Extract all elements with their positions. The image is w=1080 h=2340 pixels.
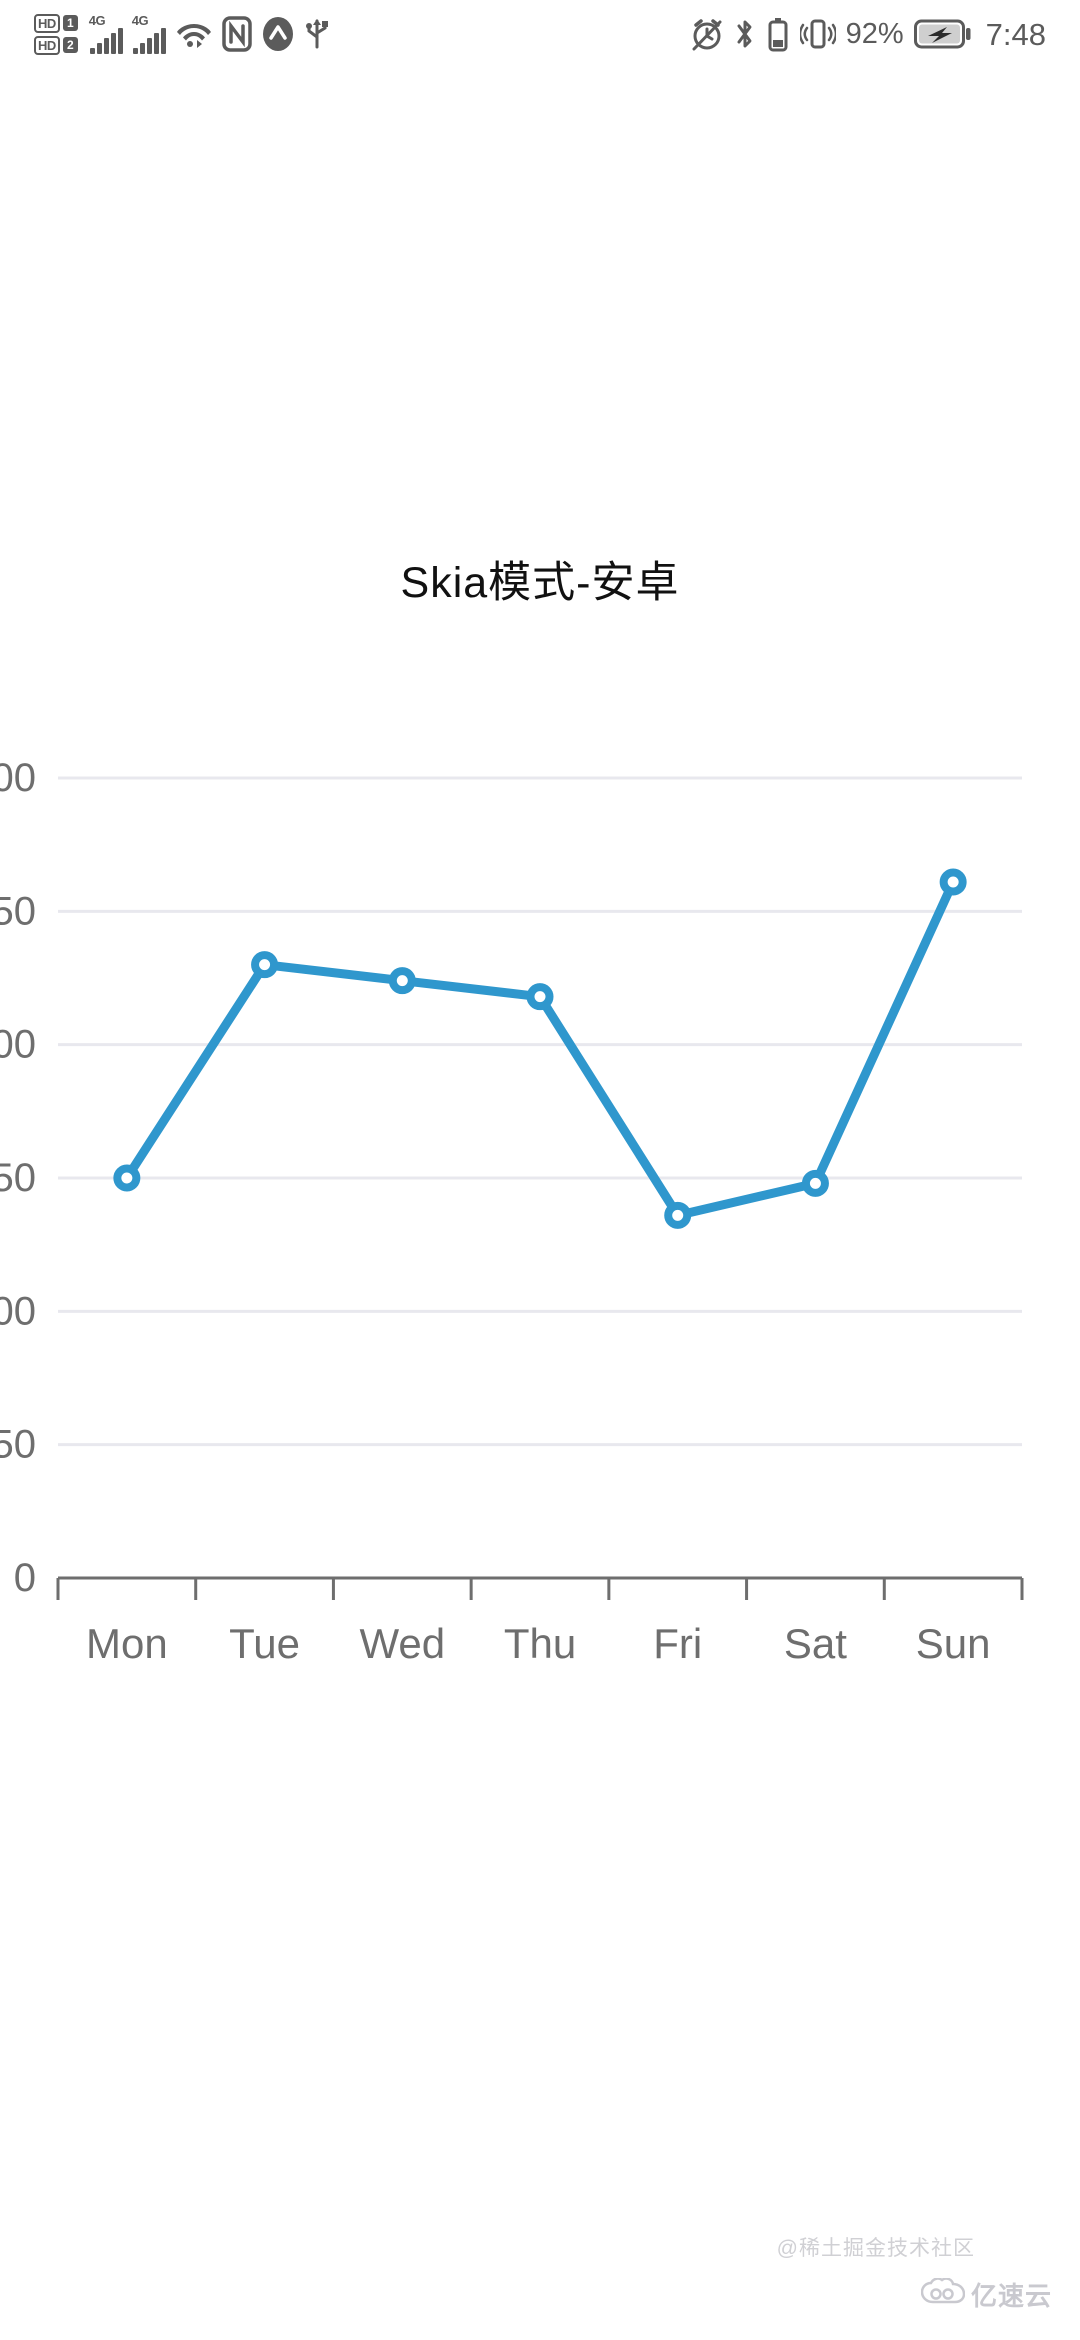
status-bar-right: 92% 7:48 [690,16,1046,52]
data-point-marker[interactable] [388,967,416,995]
vpn-icon [261,16,295,52]
x-axis-tick-label: Sun [916,1620,991,1667]
alarm-muted-icon [690,17,724,51]
network-type-sim1: 4G [88,13,106,28]
status-bar-clock: 7:48 [985,16,1046,52]
x-axis-tick-label: Sat [784,1620,847,1667]
signal-bars-sim2 [132,28,166,54]
hd-voice-sim2-icon: HD [34,35,60,55]
status-bar-left: HD 1 HD 2 4G 4G [34,13,330,55]
brand-watermark-label: 亿速云 [970,2281,1052,2311]
x-axis-tick-label: Thu [504,1620,576,1667]
nfc-icon [222,16,252,52]
line-chart[interactable]: 0 50 100 150 200 250 300 Mon Tue Wed Thu Fri Sat Sun [0,68,1080,1668]
wifi-icon [175,18,213,50]
y-axis-tick-label: 150 [0,1156,36,1200]
status-bar: HD 1 HD 2 4G 4G 92% 7:48 [0,0,1080,68]
sim2-number: 2 [62,37,78,53]
data-point-marker[interactable] [939,868,967,896]
y-axis-tick-label: 300 [0,756,36,800]
y-axis-tick-label: 50 [0,1423,36,1467]
usb-icon [304,17,330,51]
data-point-marker[interactable] [526,983,554,1011]
x-axis-tick-label: Wed [359,1620,445,1667]
x-axis-tick-label: Mon [86,1620,168,1667]
cloud-logo-icon [920,2277,966,2311]
phone-screen: HD 1 HD 2 4G 4G 92% 7:48 Skia模式-安卓 0 50 … [0,0,1080,2340]
y-axis-tick-label: 0 [14,1556,36,1600]
x-axis-tick-label: Fri [653,1620,702,1667]
battery-percent-label: 92% [845,17,904,50]
network-type-sim2: 4G [131,13,149,28]
community-watermark: @稀土掘金技术社区 [776,2237,975,2260]
y-axis-tick-label: 250 [0,889,36,933]
x-axis-tick-label: Tue [229,1620,300,1667]
hd-voice-sim2: HD 2 [34,35,78,55]
signal-4g-sim1-icon: 4G [89,14,123,54]
data-point-marker[interactable] [801,1169,829,1197]
y-axis-tick-label: 100 [0,1289,36,1333]
sim1-number: 1 [62,15,78,31]
signal-bars-sim1 [89,28,123,54]
y-axis-tick-label: 200 [0,1023,36,1067]
bluetooth-icon [734,17,756,51]
hd-voice-sim1-icon: HD [34,13,60,33]
series-line[interactable] [122,877,958,1220]
signal-4g-sim2-icon: 4G [132,14,166,54]
bluetooth-battery-icon [766,16,790,52]
brand-watermark: 亿速云 [920,2276,1052,2313]
hd-voice-sim1: HD 1 [34,13,78,33]
hd-voice-indicators: HD 1 HD 2 [34,13,78,55]
vibrate-icon [799,16,836,52]
data-point-marker[interactable] [113,1164,141,1192]
chart-container: Skia模式-安卓 050100150200250300MonTueWedThu… [0,68,1080,2340]
data-point-marker[interactable] [251,951,279,979]
data-point-marker[interactable] [664,1201,692,1229]
battery-charging-icon [913,18,972,50]
